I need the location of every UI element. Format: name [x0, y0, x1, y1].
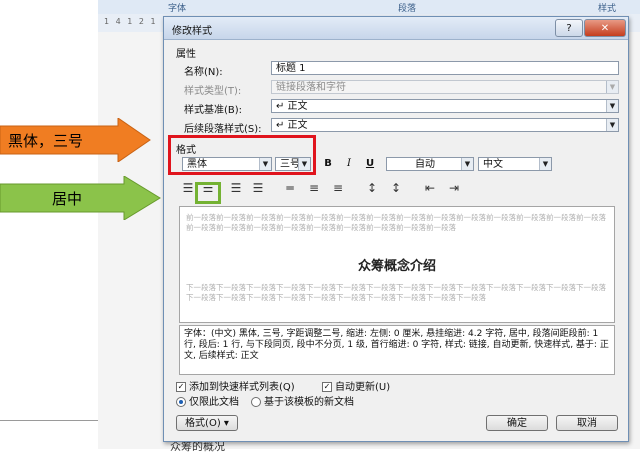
close-button[interactable]: ✕: [584, 19, 626, 37]
only-this-document-radio[interactable]: 仅限此文档: [176, 393, 239, 408]
dialog-titlebar[interactable]: 修改样式 ? ✕: [164, 17, 628, 40]
next-style-select[interactable]: ↵ 正文 ▼: [271, 118, 619, 132]
based-on-select[interactable]: ↵ 正文 ▼: [271, 99, 619, 113]
modify-style-dialog: 修改样式 ? ✕ 属性 名称(N): 标题 1 样式类型(T): 链接段落和字符…: [163, 16, 629, 442]
document-divider: [0, 420, 98, 421]
space-before-icon[interactable]: ↕: [362, 179, 382, 197]
properties-header: 属性: [176, 49, 196, 60]
auto-update-label: 自动更新(U): [335, 382, 391, 393]
chevron-down-icon[interactable]: ▼: [606, 119, 618, 131]
dialog-title: 修改样式: [172, 26, 212, 37]
checkbox-checked-icon: ✓: [176, 382, 186, 392]
next-style-label: 后续段落样式(S):: [184, 124, 262, 135]
new-documents-template-radio[interactable]: 基于该模板的新文档: [251, 393, 354, 408]
based-on-label: 样式基准(B):: [184, 105, 243, 116]
radio-empty-icon: [251, 397, 261, 407]
help-button[interactable]: ?: [555, 19, 583, 37]
ribbon-group-bar: 字体 段落 样式: [98, 0, 640, 15]
cancel-button[interactable]: 取消: [556, 415, 618, 431]
green-arrow-icon: [0, 175, 161, 221]
ribbon-group-font[interactable]: 字体: [168, 1, 186, 14]
space-after-icon[interactable]: ↕: [386, 179, 406, 197]
add-quick-style-checkbox[interactable]: ✓ 添加到快速样式列表(Q): [176, 378, 295, 393]
ribbon-group-paragraph[interactable]: 段落: [398, 1, 416, 14]
preview-previous-paragraph: 前一段落前一段落前一段落前一段落前一段落前一段落前一段落前一段落前一段落前一段落…: [186, 213, 606, 232]
bold-button[interactable]: B: [321, 158, 335, 169]
font-highlight-box: [168, 135, 316, 175]
center-highlight-box: [195, 182, 221, 204]
style-type-label: 样式类型(T):: [184, 86, 242, 97]
align-right-icon[interactable]: ☰: [226, 179, 246, 197]
preview-next-paragraph: 下一段落下一段落下一段落下一段落下一段落下一段落下一段落下一段落下一段落下一段落…: [186, 283, 606, 302]
chevron-down-icon[interactable]: ▼: [461, 158, 473, 170]
style-preview: 前一段落前一段落前一段落前一段落前一段落前一段落前一段落前一段落前一段落前一段落…: [179, 206, 615, 323]
font-callout-arrow: 黑体，三号: [0, 117, 160, 163]
auto-update-checkbox[interactable]: ✓ 自动更新(U): [322, 378, 390, 393]
radio-selected-icon: [176, 397, 186, 407]
checkbox-checked-icon: ✓: [322, 382, 332, 392]
format-menu-button[interactable]: 格式(O) ▾: [176, 415, 238, 431]
ruler-marks: 1 4 1 2 1: [104, 17, 158, 26]
next-style-value: ↵ 正文: [276, 120, 308, 131]
indent-decrease-icon[interactable]: ⇤: [420, 179, 440, 197]
style-description-text: 字体：(中文) 黑体, 三号, 字距调整二号, 缩进: 左侧: 0 厘米, 悬挂…: [184, 329, 609, 361]
ribbon-group-styles[interactable]: 样式: [598, 1, 616, 14]
justify-icon[interactable]: ☰: [248, 179, 268, 197]
only-this-document-label: 仅限此文档: [189, 397, 239, 408]
new-documents-template-label: 基于该模板的新文档: [264, 397, 354, 408]
ok-button[interactable]: 确定: [486, 415, 548, 431]
align-callout-label: 居中: [52, 189, 83, 208]
font-color-value: 自动: [415, 159, 435, 170]
chevron-down-icon: ▼: [606, 81, 618, 93]
name-label: 名称(N):: [184, 67, 223, 78]
line-spacing-single-icon[interactable]: ═: [280, 179, 300, 197]
align-callout-arrow: 居中: [0, 175, 168, 221]
add-quick-style-label: 添加到快速样式列表(Q): [189, 382, 295, 393]
language-select[interactable]: 中文 ▼: [478, 157, 552, 171]
font-color-select[interactable]: 自动 ▼: [386, 157, 474, 171]
line-spacing-onehalf-icon[interactable]: ≡: [304, 179, 324, 197]
indent-increase-icon[interactable]: ⇥: [444, 179, 464, 197]
italic-button[interactable]: I: [342, 158, 356, 169]
line-spacing-double-icon[interactable]: ≡: [328, 179, 348, 197]
style-type-select: 链接段落和字符 ▼: [271, 80, 619, 94]
name-input[interactable]: 标题 1: [271, 61, 619, 75]
font-callout-label: 黑体，三号: [8, 131, 84, 150]
preview-heading: 众筹概念介绍: [357, 259, 436, 274]
language-value: 中文: [483, 159, 503, 170]
chevron-down-icon[interactable]: ▼: [606, 100, 618, 112]
chevron-down-icon[interactable]: ▼: [539, 158, 551, 170]
underline-button[interactable]: U: [363, 158, 377, 169]
based-on-value: ↵ 正文: [276, 101, 308, 112]
style-type-value: 链接段落和字符: [276, 82, 346, 93]
style-description: 字体：(中文) 黑体, 三号, 字距调整二号, 缩进: 左侧: 0 厘米, 悬挂…: [179, 325, 615, 375]
